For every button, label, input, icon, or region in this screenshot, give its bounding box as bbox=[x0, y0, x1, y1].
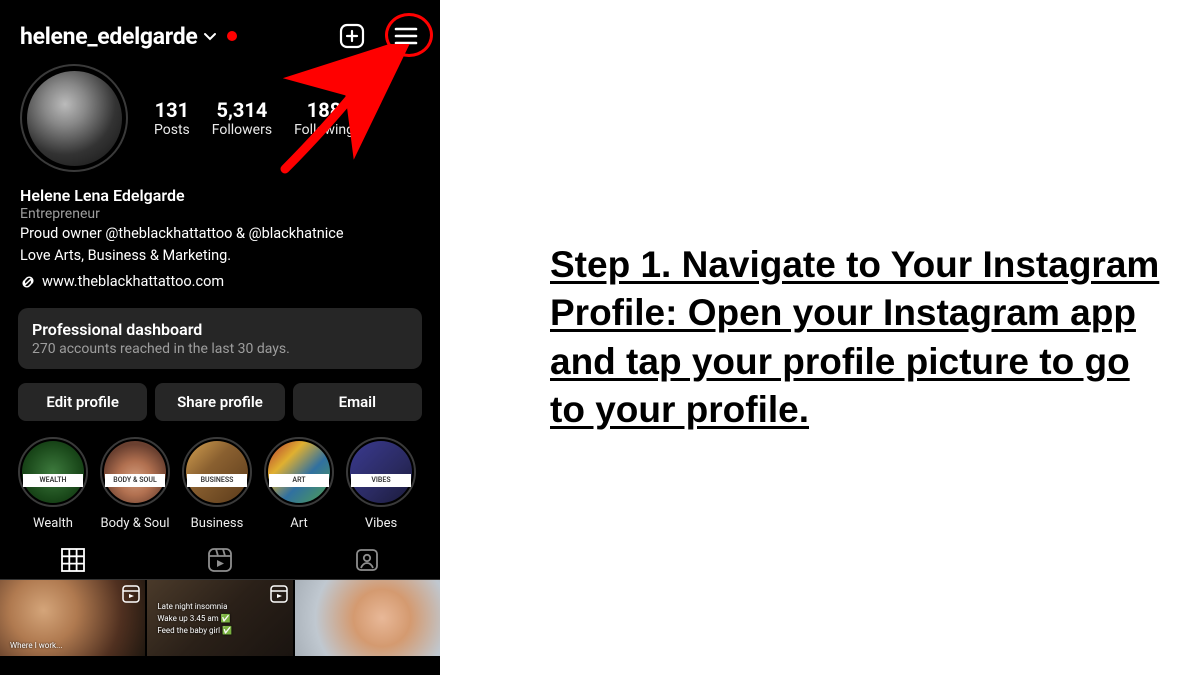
link-icon bbox=[20, 274, 36, 290]
header-actions bbox=[338, 22, 420, 50]
profile-header: helene_edelgarde bbox=[0, 0, 440, 64]
stat-posts-label: Posts bbox=[154, 122, 190, 138]
highlight-business[interactable]: BUSINESS Business bbox=[182, 437, 252, 531]
stats-group: 131 Posts 5,314 Followers 188 Following bbox=[154, 98, 420, 138]
create-button[interactable] bbox=[338, 22, 366, 50]
post-text-line: Late night insomnia bbox=[157, 602, 227, 611]
post-text-line: Feed the baby girl ✅ bbox=[157, 626, 232, 635]
avatar-image bbox=[27, 71, 122, 166]
email-button[interactable]: Email bbox=[293, 383, 422, 421]
dashboard-title: Professional dashboard bbox=[32, 320, 408, 339]
stat-posts-count: 131 bbox=[154, 98, 190, 122]
highlight-wealth[interactable]: WEALTH Wealth bbox=[18, 437, 88, 531]
content-tabs bbox=[0, 537, 440, 580]
posts-grid: Where I work... Late night insomnia Wake… bbox=[0, 580, 440, 656]
post-caption: Where I work... bbox=[10, 641, 62, 650]
highlight-art[interactable]: ART Art bbox=[264, 437, 334, 531]
instagram-profile-screen: helene_edelgarde bbox=[0, 0, 440, 675]
stat-following[interactable]: 188 Following bbox=[294, 98, 354, 138]
highlight-label: Body & Soul bbox=[101, 516, 170, 531]
bio-line-2: Love Arts, Business & Marketing. bbox=[20, 246, 420, 266]
story-highlights: WEALTH Wealth BODY & SOUL Body & Soul BU… bbox=[0, 431, 440, 537]
highlight-label: Business bbox=[191, 516, 244, 531]
tab-reels[interactable] bbox=[207, 547, 233, 573]
stat-followers-label: Followers bbox=[212, 122, 272, 138]
highlight-body-soul[interactable]: BODY & SOUL Body & Soul bbox=[100, 437, 170, 531]
stat-following-count: 188 bbox=[294, 98, 354, 122]
reel-icon bbox=[122, 585, 140, 603]
post-thumbnail[interactable] bbox=[295, 580, 440, 656]
highlight-label: Art bbox=[290, 516, 307, 531]
username-selector[interactable]: helene_edelgarde bbox=[20, 23, 237, 50]
post-thumbnail[interactable]: Where I work... bbox=[0, 580, 145, 656]
hamburger-menu-button[interactable] bbox=[392, 22, 420, 50]
bio-link[interactable]: www.theblackhattattoo.com bbox=[20, 273, 420, 290]
tab-grid[interactable] bbox=[60, 547, 86, 573]
stat-posts[interactable]: 131 Posts bbox=[154, 98, 190, 138]
chevron-down-icon bbox=[203, 29, 217, 43]
profile-actions: Edit profile Share profile Email bbox=[0, 379, 440, 431]
professional-dashboard[interactable]: Professional dashboard 270 accounts reac… bbox=[18, 308, 422, 369]
bio-section: Helene Lena Edelgarde Entrepreneur Proud… bbox=[0, 182, 440, 298]
notification-dot-icon bbox=[227, 31, 237, 41]
dashboard-subtitle: 270 accounts reached in the last 30 days… bbox=[32, 341, 408, 357]
profile-avatar[interactable] bbox=[20, 64, 128, 172]
stat-followers[interactable]: 5,314 Followers bbox=[212, 98, 272, 138]
reel-icon bbox=[270, 585, 288, 603]
stat-followers-count: 5,314 bbox=[212, 98, 272, 122]
account-category: Entrepreneur bbox=[20, 206, 420, 222]
tab-tagged[interactable] bbox=[354, 547, 380, 573]
profile-stats-row: 131 Posts 5,314 Followers 188 Following bbox=[0, 64, 440, 182]
highlight-label: Wealth bbox=[33, 516, 73, 531]
bio-line-1: Proud owner @theblackhattattoo & @blackh… bbox=[20, 224, 420, 244]
edit-profile-button[interactable]: Edit profile bbox=[18, 383, 147, 421]
display-name: Helene Lena Edelgarde bbox=[20, 186, 420, 205]
post-thumbnail[interactable]: Late night insomnia Wake up 3.45 am ✅ Fe… bbox=[147, 580, 292, 656]
highlight-vibes[interactable]: VIBES Vibes bbox=[346, 437, 416, 531]
highlight-label: Vibes bbox=[365, 516, 397, 531]
instruction-heading: Step 1. Navigate to Your Instagram Profi… bbox=[550, 241, 1160, 433]
stat-following-label: Following bbox=[294, 122, 354, 138]
post-text-line: Wake up 3.45 am ✅ bbox=[157, 614, 230, 623]
instruction-panel: Step 1. Navigate to Your Instagram Profi… bbox=[440, 0, 1200, 675]
bio-link-text: www.theblackhattattoo.com bbox=[42, 273, 224, 290]
username-label: helene_edelgarde bbox=[20, 23, 197, 50]
share-profile-button[interactable]: Share profile bbox=[155, 383, 284, 421]
